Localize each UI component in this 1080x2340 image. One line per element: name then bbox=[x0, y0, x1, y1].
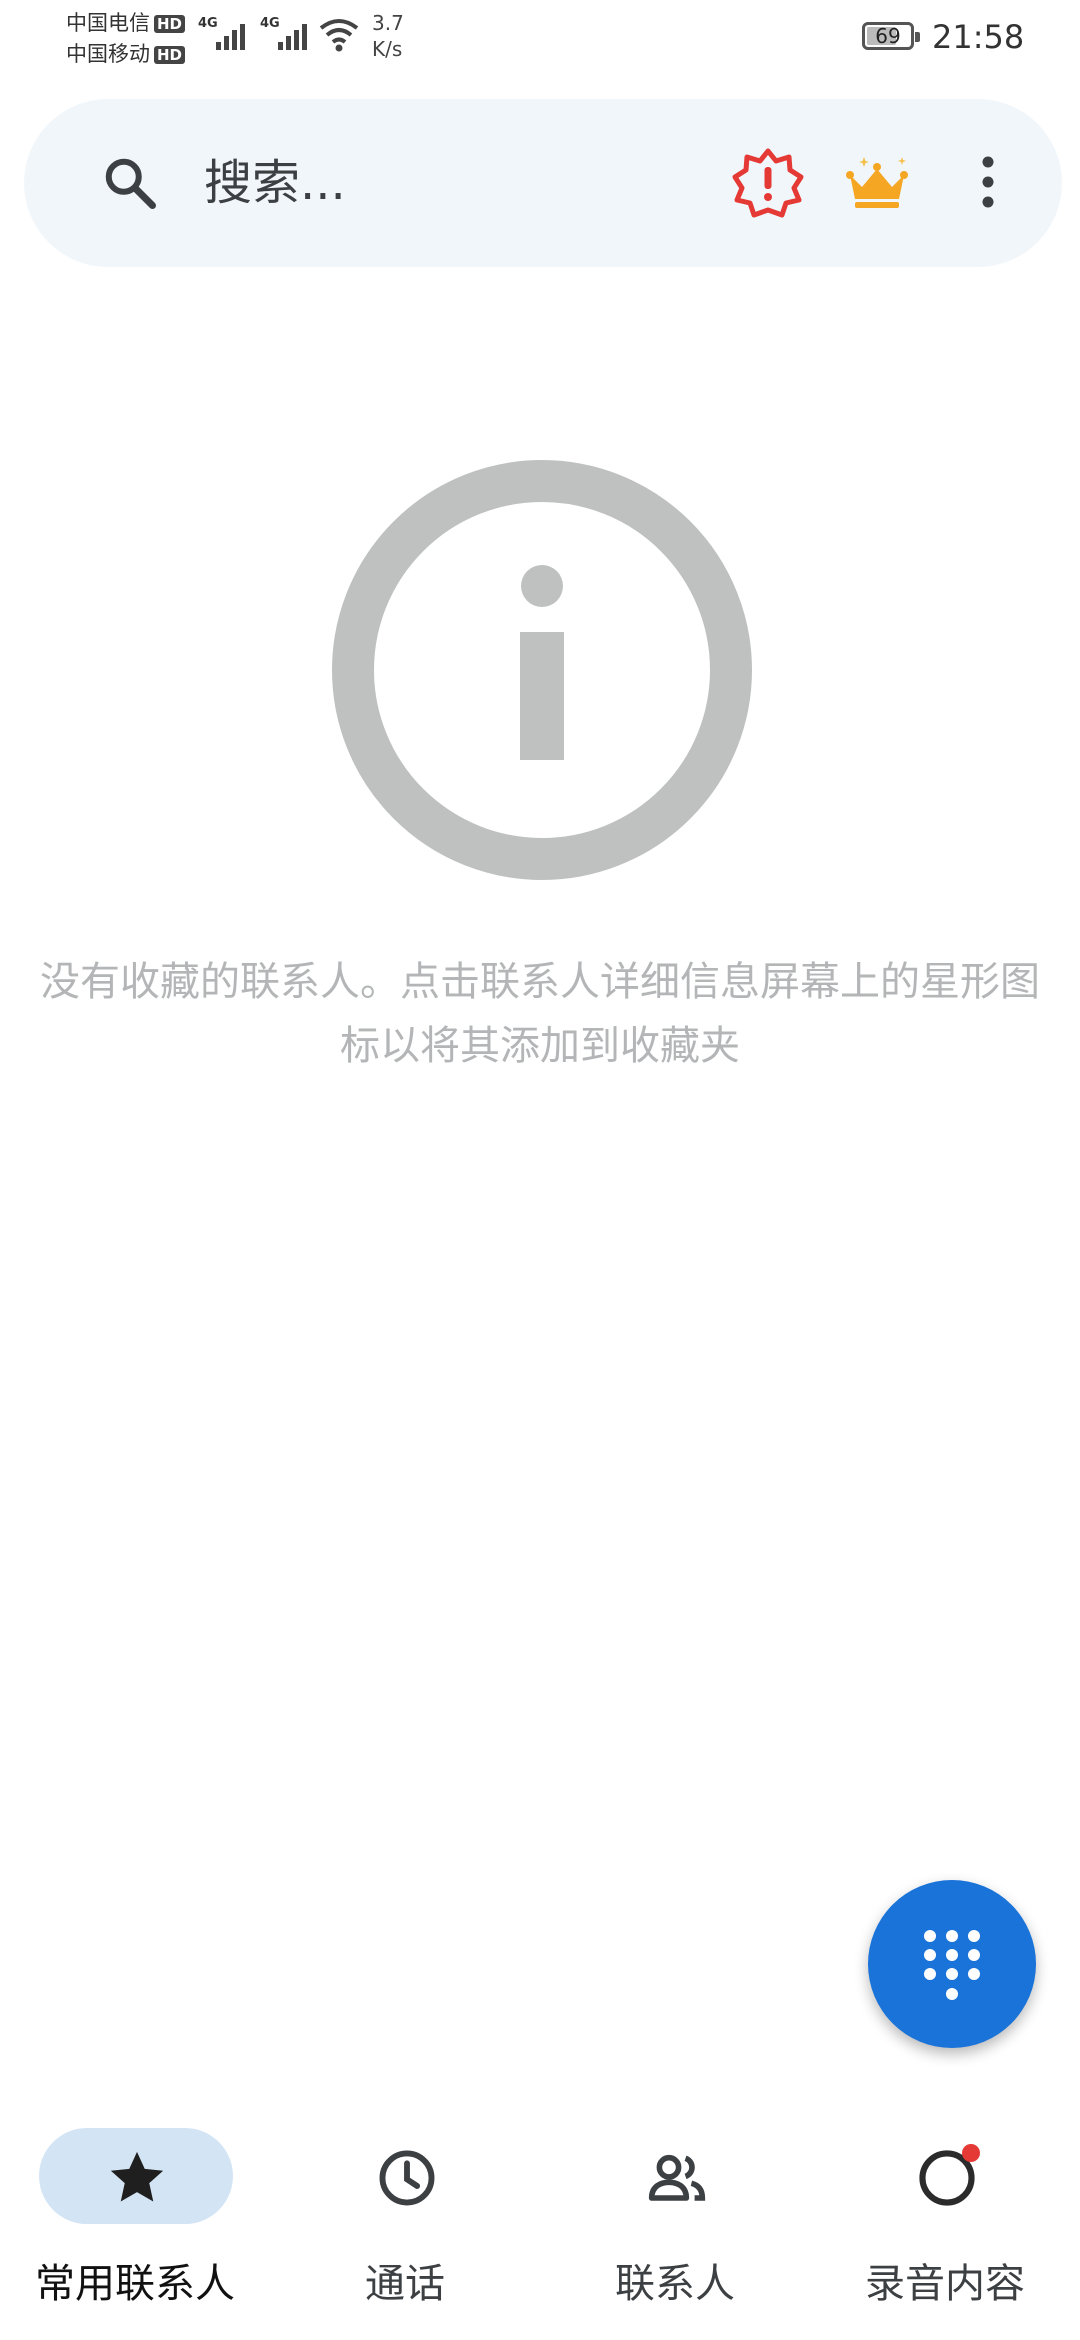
tab-label: 通话 bbox=[365, 2261, 445, 2307]
search-placeholder[interactable]: 搜索... bbox=[204, 153, 346, 213]
people-icon bbox=[648, 2154, 706, 2201]
status-bar: 中国电信 HD 中国移动 HD 4G 4G 3.7 K/s 69 21:58 bbox=[0, 0, 1080, 78]
battery-nub bbox=[915, 32, 920, 42]
info-icon bbox=[332, 460, 752, 880]
search-bar[interactable]: 搜索... bbox=[24, 99, 1062, 267]
tab-favorites[interactable]: 常用联系人 bbox=[0, 2110, 270, 2340]
network-speed: 3.7 K/s bbox=[372, 10, 404, 62]
tab-recordings[interactable]: 录音内容 bbox=[810, 2110, 1080, 2340]
battery-icon: 69 bbox=[862, 22, 920, 50]
carrier-info: 中国电信 HD 中国移动 HD bbox=[66, 8, 186, 70]
star-icon bbox=[110, 2151, 164, 2202]
dialpad-icon bbox=[924, 1930, 980, 2000]
battery-level: 69 bbox=[875, 24, 901, 48]
dialpad-button[interactable] bbox=[868, 1880, 1036, 2048]
wifi-icon bbox=[319, 19, 359, 52]
alert-badge-icon[interactable] bbox=[732, 147, 804, 219]
hd-badge-1: HD bbox=[154, 14, 186, 33]
signal-icon-1 bbox=[216, 24, 245, 50]
search-icon[interactable] bbox=[100, 153, 160, 213]
crown-icon[interactable] bbox=[844, 153, 910, 213]
speed-unit: K/s bbox=[372, 37, 403, 61]
hd-badge-2: HD bbox=[154, 45, 186, 64]
tab-label: 常用联系人 bbox=[35, 2261, 235, 2307]
notification-badge bbox=[962, 2144, 980, 2162]
signal-icon-2 bbox=[278, 24, 307, 50]
empty-state-message: 没有收藏的联系人。点击联系人详细信息屏幕上的星形图标以将其添加到收藏夹 bbox=[40, 959, 1040, 1069]
carrier-name-2: 中国移动 bbox=[66, 42, 150, 66]
bottom-navigation: 常用联系人 通话 联系人 录音内容 bbox=[0, 2110, 1080, 2340]
status-time: 21:58 bbox=[932, 18, 1025, 56]
clock-icon bbox=[379, 2150, 435, 2206]
tab-label: 录音内容 bbox=[865, 2261, 1025, 2307]
carrier-name-1: 中国电信 bbox=[66, 11, 150, 35]
tab-label: 联系人 bbox=[615, 2261, 735, 2307]
tab-contacts[interactable]: 联系人 bbox=[540, 2110, 810, 2340]
more-options-icon[interactable] bbox=[976, 154, 1000, 210]
tab-calls[interactable]: 通话 bbox=[270, 2110, 540, 2340]
speed-value: 3.7 bbox=[372, 11, 404, 35]
